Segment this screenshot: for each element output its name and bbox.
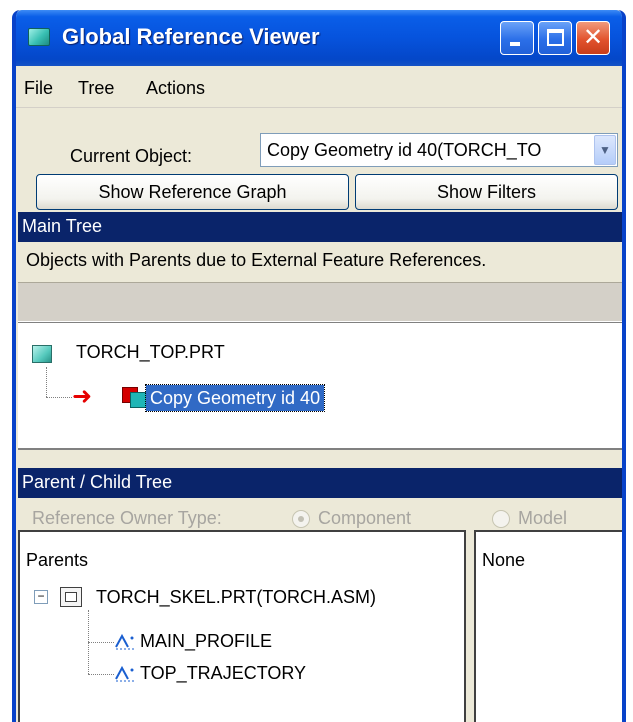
- tree-node-main-profile[interactable]: MAIN_PROFILE: [140, 631, 272, 652]
- menu-file[interactable]: File: [24, 78, 53, 99]
- tree-connector: [46, 367, 47, 397]
- component-radio[interactable]: [292, 510, 310, 528]
- tree-connector: [88, 642, 114, 643]
- panel-splitter[interactable]: [18, 448, 622, 470]
- maximize-icon: [547, 29, 564, 46]
- parents-title: Parents: [26, 550, 89, 570]
- tree-node-top-trajectory[interactable]: TOP_TRAJECTORY: [140, 663, 306, 684]
- parents-panel[interactable]: Parents − TORCH_SKEL.PRT(TORCH.ASM) MAIN…: [18, 530, 466, 722]
- title-bar[interactable]: Global Reference Viewer ✕: [16, 10, 622, 66]
- tree-node-root[interactable]: TORCH_TOP.PRT: [76, 342, 225, 363]
- main-tree-description: Objects with Parents due to External Fea…: [26, 250, 487, 270]
- main-tree-toolbar-strip: [18, 282, 622, 322]
- parent-child-tree-header: Parent / Child Tree: [18, 468, 622, 498]
- close-button[interactable]: ✕: [576, 21, 610, 55]
- radio-dot-icon: [298, 516, 304, 522]
- app-icon: [28, 28, 50, 46]
- reference-arrow-icon: ➜: [72, 383, 93, 410]
- window-title: Global Reference Viewer: [62, 24, 320, 49]
- tree-connector: [46, 397, 72, 398]
- children-panel[interactable]: None: [474, 530, 622, 722]
- tree-node-parent[interactable]: TORCH_SKEL.PRT(TORCH.ASM): [96, 587, 376, 608]
- reference-owner-type-label: Reference Owner Type:: [32, 508, 222, 528]
- children-title: None: [482, 550, 526, 570]
- assembly-part-icon: [60, 587, 82, 607]
- show-reference-graph-button[interactable]: Show Reference Graph: [36, 174, 349, 210]
- menu-actions[interactable]: Actions: [146, 78, 205, 99]
- main-tree-panel[interactable]: TORCH_TOP.PRT ➜ Copy Geometry id 40: [18, 322, 622, 448]
- close-icon: ✕: [582, 24, 604, 51]
- model-radio[interactable]: [492, 510, 510, 528]
- current-object-value: Copy Geometry id 40(TORCH_TO: [267, 140, 542, 160]
- global-reference-viewer-window: Global Reference Viewer ✕ File Tree Acti…: [12, 10, 626, 722]
- minimize-button[interactable]: [500, 21, 534, 55]
- current-object-select[interactable]: Copy Geometry id 40(TORCH_TO ▼: [260, 133, 618, 167]
- main-tree-header: Main Tree: [18, 212, 622, 242]
- tree-connector: [88, 674, 114, 675]
- show-filters-button[interactable]: Show Filters: [355, 174, 618, 210]
- collapse-icon[interactable]: −: [34, 590, 48, 604]
- part-icon: [32, 345, 52, 363]
- current-object-label: Current Object:: [70, 146, 193, 166]
- datum-curve-icon: [115, 633, 134, 650]
- datum-curve-icon: [115, 665, 134, 682]
- dropdown-arrow-icon[interactable]: ▼: [594, 135, 616, 165]
- menu-bar: File Tree Actions: [16, 66, 622, 108]
- menu-tree[interactable]: Tree: [78, 78, 114, 99]
- model-radio-label: Model: [518, 508, 568, 528]
- minimize-icon: [510, 42, 520, 46]
- component-radio-label: Component: [318, 508, 412, 528]
- tree-node-copy-geometry[interactable]: Copy Geometry id 40: [144, 384, 326, 412]
- maximize-button[interactable]: [538, 21, 572, 55]
